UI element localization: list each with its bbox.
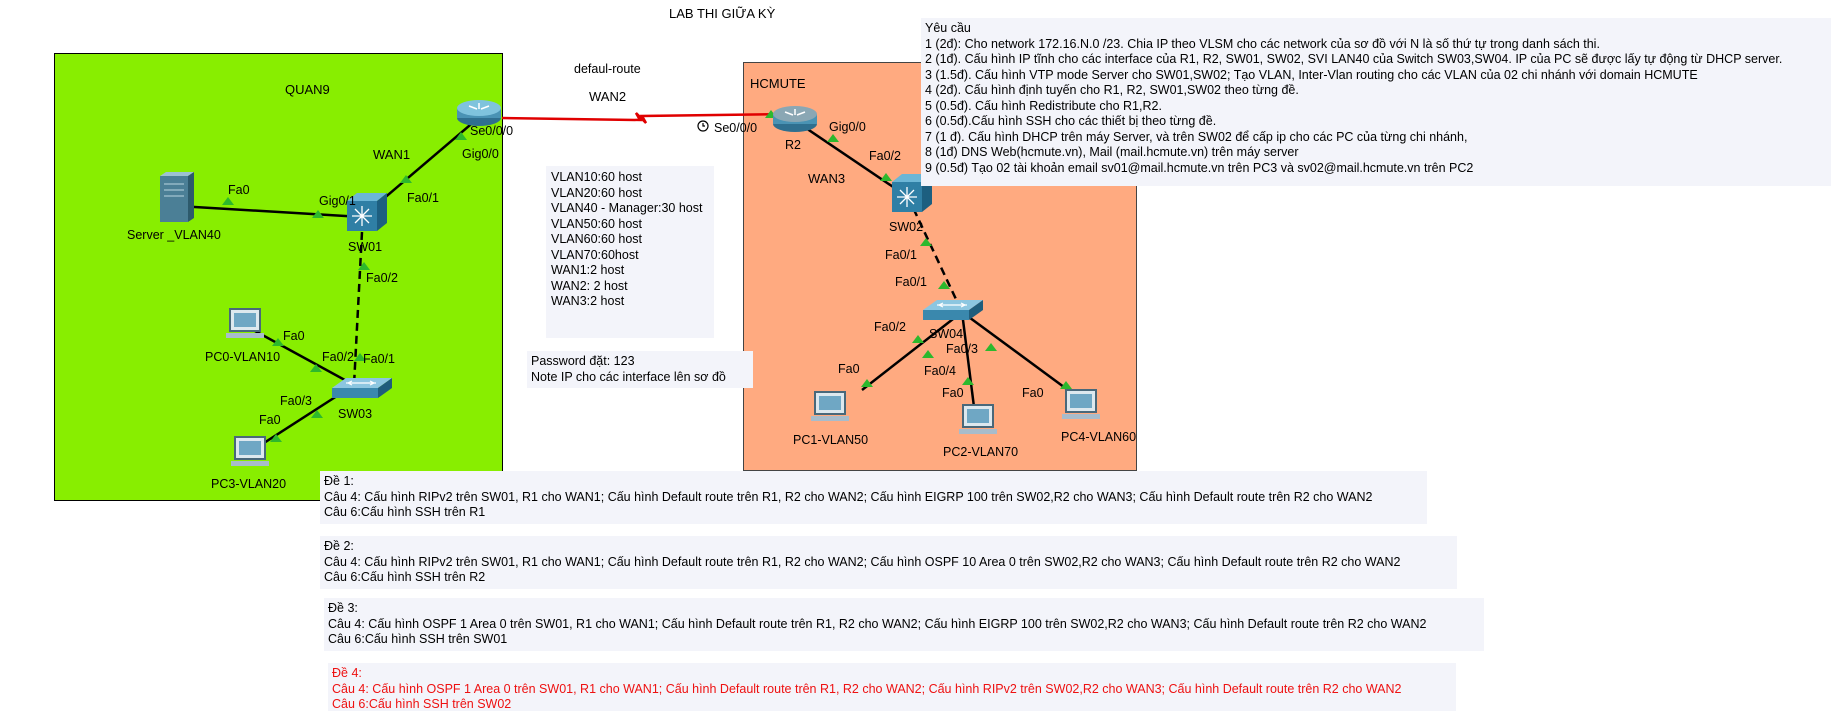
port-sw04-fa02: Fa0/2 <box>874 320 906 334</box>
port-sw02-fa01: Fa0/1 <box>885 248 917 262</box>
ip-note-line: Note IP cho các interface lên sơ đồ <box>531 369 726 384</box>
sw03-label: SW03 <box>338 407 373 421</box>
exam-2: Đề 2: Câu 4: Cấu hình RIPv2 trên SW01, R… <box>320 536 1457 589</box>
vlan-note-line: WAN1:2 host <box>551 263 625 277</box>
sw02-label: SW02 <box>889 220 924 234</box>
exam-title: Đề 2: <box>324 539 354 553</box>
exam-question-4: Câu 4: Cấu hình RIPv2 trên SW01, R1 cho … <box>324 554 1401 569</box>
requirement-item: 9 (0.5đ) Tạo 02 tài khoản email sv01@mai… <box>925 160 1474 175</box>
clock-icon <box>697 120 709 132</box>
vlan-note-line: WAN2: 2 host <box>551 278 628 293</box>
exam-3: Đề 3: Câu 4: Cấu hình OSPF 1 Area 0 trên… <box>324 598 1484 651</box>
server-icon <box>160 172 194 222</box>
port-pc0-fa0: Fa0 <box>283 329 305 343</box>
port-sw04-fa04: Fa0/4 <box>924 364 956 378</box>
port-sw04-fa01: Fa0/1 <box>895 275 927 289</box>
password-note-line: Password đặt: 123 <box>531 354 635 368</box>
route-label: defaul-route <box>574 62 641 76</box>
wan3-label: WAN3 <box>808 171 846 186</box>
server-label: Server _VLAN40 <box>127 228 221 242</box>
port-pc2-fa0: Fa0 <box>942 386 964 400</box>
exam-1: Đề 1: Câu 4: Cấu hình RIPv2 trên SW01, R… <box>320 471 1427 524</box>
requirement-item: 4 (2đ). Cấu hình định tuyến cho R1, R2, … <box>925 83 1299 97</box>
pc1-label: PC1-VLAN50 <box>793 433 869 447</box>
sw01-label: SW01 <box>348 240 383 254</box>
port-sw03-fa03: Fa0/3 <box>280 394 312 408</box>
exam-question-4: Câu 4: Cấu hình OSPF 1 Area 0 trên SW01,… <box>328 616 1427 631</box>
port-sw02-fa02: Fa0/2 <box>869 149 901 163</box>
pc3-icon <box>231 436 269 466</box>
router-r1-icon <box>457 100 501 126</box>
exam-title: Đề 1: <box>324 474 354 488</box>
port-pc1-fa0: Fa0 <box>838 362 860 376</box>
wan1-label: WAN1 <box>373 147 411 162</box>
vlan-note-line: VLAN10:60 host <box>551 170 643 184</box>
requirement-item: 3 (1.5đ). Cấu hình VTP mode Server cho S… <box>925 67 1698 82</box>
vlan-note-line: VLAN40 - Manager:30 host <box>551 201 703 215</box>
port-pc3-fa0: Fa0 <box>259 413 281 427</box>
pc1-icon <box>811 391 849 421</box>
wan2-label: WAN2 <box>589 89 627 104</box>
requirements-heading: Yêu cầu <box>925 21 971 35</box>
pc3-label: PC3-VLAN20 <box>211 477 287 491</box>
port-r1-se: Se0/0/0 <box>470 124 514 138</box>
port-r2-se: Se0/0/0 <box>714 121 758 135</box>
requirement-item: 6 (0.5đ).Cấu hình SSH cho các thiết bị t… <box>925 114 1217 128</box>
sw04-label: SW04 <box>929 327 964 341</box>
port-sw04-fa03: Fa0/3 <box>946 342 978 356</box>
port-sw03-fa01: Fa0/1 <box>363 352 395 366</box>
port-sw01-fa02: Fa0/2 <box>366 271 398 285</box>
pc4-icon <box>1062 389 1100 419</box>
pc0-icon <box>226 308 264 338</box>
requirement-item: 8 (1đ) DNS Web(hcmute.vn), Mail (mail.hc… <box>925 145 1299 159</box>
r2-label: R2 <box>785 138 801 152</box>
exam-question-6: Câu 6:Cấu hình SSH trên R2 <box>324 570 486 584</box>
vlan-note-line: VLAN50:60 host <box>551 216 643 231</box>
link-sw01-sw03 <box>352 231 364 386</box>
exam-question-6: Câu 6:Cấu hình SSH trên SW02 <box>332 697 512 711</box>
password-note: Password đặt: 123 Note IP cho các interf… <box>527 351 753 388</box>
vlan-note-line: VLAN20:60 host <box>551 185 643 200</box>
vlan-note-line: VLAN60:60 host <box>551 232 643 246</box>
vlan-host-notes: VLAN10:60 host VLAN20:60 host VLAN40 - M… <box>546 166 714 338</box>
requirement-item: 2 (1đ). Cấu hình IP tĩnh cho các interfa… <box>925 52 1783 66</box>
port-sw01-gig01: Gig0/1 <box>319 194 356 208</box>
router-r2-icon <box>773 106 817 132</box>
port-r2-gig: Gig0/0 <box>829 120 866 134</box>
exam-4: Đề 4: Câu 4: Cấu hình OSPF 1 Area 0 trên… <box>328 663 1456 711</box>
switch-sw04-icon <box>923 300 983 320</box>
vlan-note-line: WAN3:2 host <box>551 294 625 308</box>
port-server-fa0: Fa0 <box>228 183 250 197</box>
port-r1-gig: Gig0/0 <box>462 147 499 161</box>
exam-question-4: Câu 4: Cấu hình RIPv2 trên SW01, R1 cho … <box>324 489 1373 504</box>
port-sw01-fa01: Fa0/1 <box>407 191 439 205</box>
requirement-item: 5 (0.5đ). Cấu hình Redistribute cho R1,R… <box>925 98 1162 113</box>
pc2-icon <box>959 404 997 434</box>
requirement-item: 1 (2đ): Cho network 172.16.N.0 /23. Chia… <box>925 36 1600 51</box>
pc0-label: PC0-VLAN10 <box>205 350 281 364</box>
exam-question-6: Câu 6:Cấu hình SSH trên SW01 <box>328 632 508 646</box>
requirements-panel: Yêu cầu 1 (2đ): Cho network 172.16.N.0 /… <box>921 18 1831 186</box>
pc4-label: PC4-VLAN60 <box>1061 430 1137 444</box>
exam-question-6: Câu 6:Cấu hình SSH trên R1 <box>324 505 486 519</box>
port-sw03-fa02: Fa0/2 <box>322 350 354 364</box>
port-pc4-fa0: Fa0 <box>1022 386 1044 400</box>
exam-title: Đề 3: <box>328 601 358 615</box>
requirement-item: 7 (1 đ). Cấu hình DHCP trên máy Server, … <box>925 129 1468 144</box>
pc2-label: PC2-VLAN70 <box>943 445 1019 459</box>
switch-sw03-icon <box>332 378 392 398</box>
exam-question-4: Câu 4: Cấu hình OSPF 1 Area 0 trên SW01,… <box>332 681 1402 696</box>
vlan-note-line: VLAN70:60host <box>551 247 639 262</box>
exam-title: Đề 4: <box>332 666 362 680</box>
